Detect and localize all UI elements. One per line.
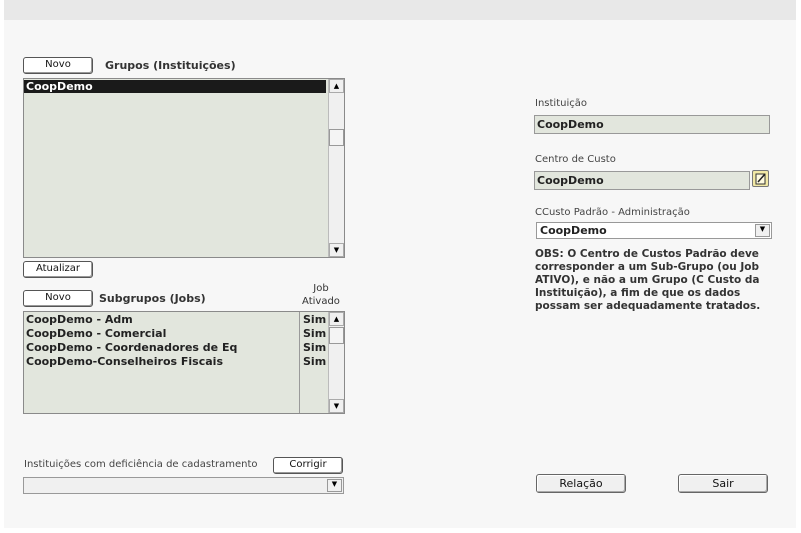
obs-note: OBS: O Centro de Custos Padrão deve corr…: [535, 248, 761, 312]
centro-custo-label: Centro de Custo: [535, 154, 616, 165]
table-row-name[interactable]: CoopDemo-Conselheiros Fiscais: [26, 355, 223, 369]
subgrupos-list[interactable]: CoopDemo - Adm CoopDemo - Comercial Coop…: [23, 311, 345, 414]
list-item-selected[interactable]: CoopDemo: [24, 80, 326, 93]
instituicao-field: CoopDemo: [534, 115, 770, 134]
relacao-button[interactable]: Relação: [536, 474, 626, 493]
job-header-line1: Job: [313, 283, 329, 294]
subgrupos-title: Subgrupos (Jobs): [99, 292, 206, 305]
scroll-down-icon[interactable]: ▼: [329, 399, 344, 413]
subgrupos-scrollbar[interactable]: ▲ ▼: [328, 312, 344, 413]
grupos-list[interactable]: CoopDemo ▲ ▼: [23, 78, 345, 258]
edit-icon[interactable]: [752, 170, 769, 187]
column-divider: [299, 312, 300, 413]
sair-button[interactable]: Sair: [678, 474, 768, 493]
corrigir-button[interactable]: Corrigir: [273, 457, 343, 474]
ccusto-padrao-label: CCusto Padrão - Administração: [535, 207, 690, 218]
scroll-up-icon[interactable]: ▲: [329, 79, 344, 93]
deficiencia-label: Instituições com deficiência de cadastra…: [24, 459, 258, 470]
table-row-ativo: Sim: [303, 327, 327, 340]
scroll-thumb[interactable]: [329, 129, 344, 146]
ccusto-padrao-selected: CoopDemo: [540, 224, 607, 237]
top-bar: [4, 0, 796, 20]
ccusto-padrao-select[interactable]: CoopDemo ▼: [536, 222, 772, 239]
table-row-name[interactable]: CoopDemo - Adm: [26, 313, 133, 327]
atualizar-button[interactable]: Atualizar: [23, 261, 93, 278]
table-row-ativo: Sim: [303, 341, 327, 354]
job-header-line2: Ativado: [302, 296, 340, 307]
deficiencia-select[interactable]: ▼: [23, 477, 344, 494]
list-item-label: CoopDemo: [26, 80, 93, 93]
table-row-ativo: Sim: [303, 313, 327, 326]
scroll-down-icon[interactable]: ▼: [329, 243, 344, 257]
centro-custo-field: CoopDemo: [534, 171, 750, 190]
novo-subgrupo-button[interactable]: Novo: [23, 290, 93, 307]
grupos-scrollbar[interactable]: ▲ ▼: [328, 79, 344, 257]
scroll-up-icon[interactable]: ▲: [329, 312, 344, 326]
job-ativado-header: Job Ativado: [300, 282, 342, 308]
table-row-name[interactable]: CoopDemo - Coordenadores de Eq: [26, 341, 237, 355]
table-row-ativo: Sim: [303, 355, 327, 368]
chevron-down-icon[interactable]: ▼: [755, 224, 770, 237]
chevron-down-icon[interactable]: ▼: [327, 479, 342, 492]
grupos-title: Grupos (Instituições): [105, 59, 236, 72]
scroll-thumb[interactable]: [329, 327, 344, 344]
novo-grupo-button[interactable]: Novo: [23, 57, 93, 74]
table-row-name[interactable]: CoopDemo - Comercial: [26, 327, 166, 341]
instituicao-label: Instituição: [535, 98, 587, 109]
